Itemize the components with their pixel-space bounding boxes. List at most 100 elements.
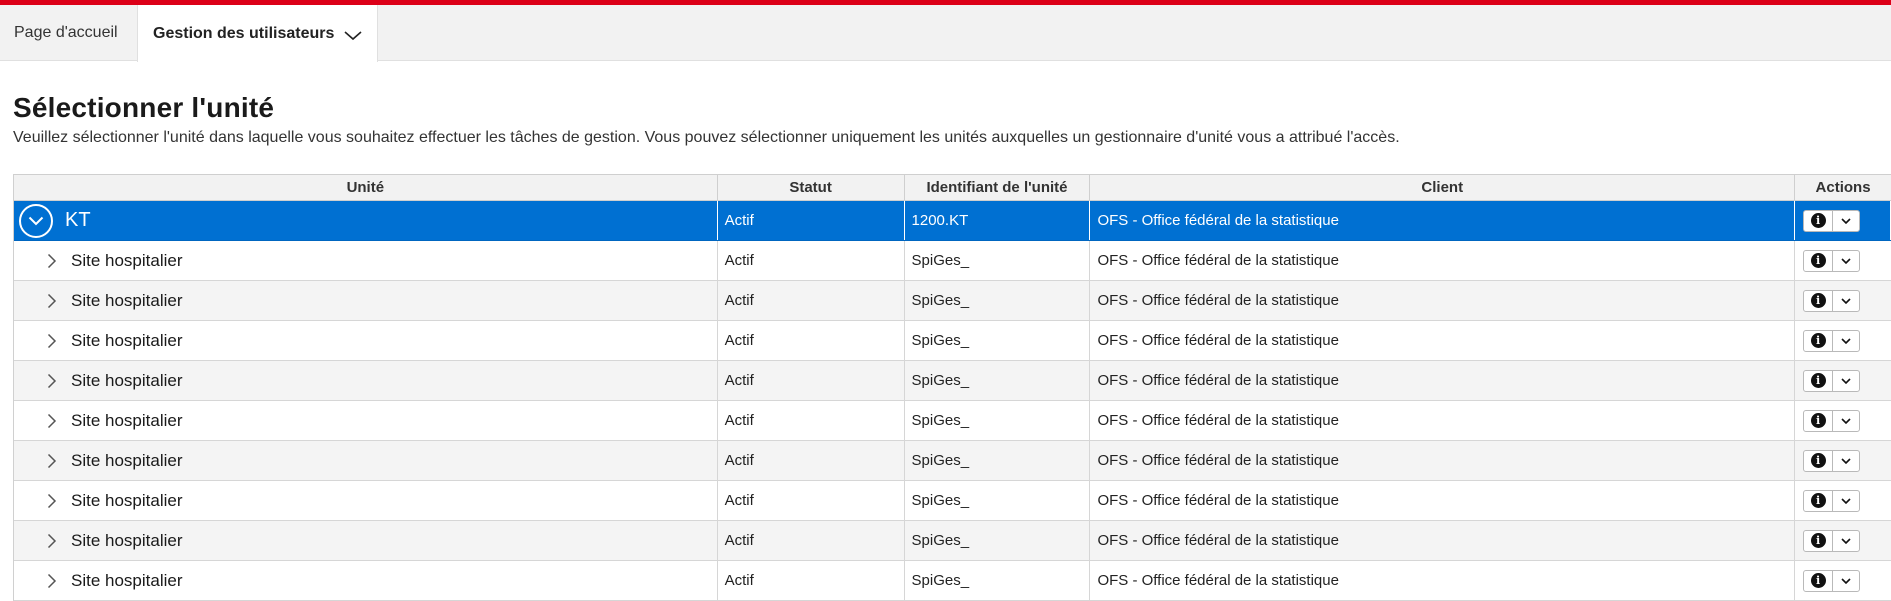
- cell-statut: Actif: [718, 481, 905, 520]
- chevron-down-icon: [1841, 257, 1851, 264]
- chevron-right-icon[interactable]: [47, 373, 57, 389]
- nav-tab-user-management[interactable]: Gestion des utilisateurs: [137, 5, 378, 62]
- page-title: Sélectionner l'unité: [13, 92, 275, 123]
- row-menu-button[interactable]: [1833, 571, 1859, 591]
- info-button[interactable]: i: [1804, 210, 1834, 231]
- cell-statut: Actif: [718, 401, 905, 440]
- info-icon: i: [1810, 533, 1826, 548]
- row-menu-button[interactable]: [1833, 411, 1859, 431]
- row-menu-button[interactable]: [1833, 211, 1859, 231]
- chevron-right-icon[interactable]: [47, 333, 57, 349]
- row-menu-button[interactable]: [1833, 291, 1859, 311]
- column-header-client[interactable]: Client: [1090, 175, 1796, 200]
- table-row[interactable]: Site hospitalier Actif SpiGes_ OFS - Off…: [14, 521, 1891, 561]
- cell-actions: i: [1795, 401, 1891, 440]
- chevron-right-icon[interactable]: [47, 413, 57, 429]
- row-menu-button[interactable]: [1833, 331, 1859, 351]
- unit-name: Site hospitalier: [71, 490, 183, 510]
- chevron-down-icon: [1841, 577, 1851, 584]
- info-button[interactable]: i: [1804, 530, 1834, 551]
- row-actions-group: i: [1803, 449, 1861, 472]
- chevron-right-icon[interactable]: [47, 293, 57, 309]
- chevron-right-icon[interactable]: [47, 573, 57, 589]
- cell-identifiant: SpiGes_: [905, 441, 1091, 480]
- chevron-down-icon: [1841, 217, 1851, 224]
- table-row[interactable]: Site hospitalier Actif SpiGes_ OFS - Off…: [14, 281, 1891, 321]
- cell-client: OFS - Office fédéral de la statistique: [1090, 441, 1796, 480]
- cell-unite: Site hospitalier: [14, 321, 718, 360]
- chevron-right-icon[interactable]: [47, 493, 57, 509]
- cell-unite: Site hospitalier: [14, 401, 718, 440]
- chevron-right-icon[interactable]: [47, 253, 57, 269]
- cell-unite: Site hospitalier: [14, 241, 718, 280]
- cell-identifiant: SpiGes_: [905, 241, 1091, 280]
- units-table: Unité Statut Identifiant de l'unité Clie…: [13, 174, 1891, 601]
- column-header-unite[interactable]: Unité: [14, 175, 718, 200]
- cell-identifiant: SpiGes_: [905, 361, 1091, 400]
- table-row[interactable]: Site hospitalier Actif SpiGes_ OFS - Off…: [14, 321, 1891, 361]
- row-menu-button[interactable]: [1833, 451, 1859, 471]
- row-actions-group: i: [1803, 209, 1861, 232]
- info-button[interactable]: i: [1804, 490, 1834, 511]
- cell-identifiant: SpiGes_: [905, 321, 1091, 360]
- row-menu-button[interactable]: [1833, 531, 1859, 551]
- cell-unite: Site hospitalier: [14, 561, 718, 600]
- cell-client: OFS - Office fédéral de la statistique: [1090, 401, 1796, 440]
- chevron-right-icon[interactable]: [47, 453, 57, 469]
- cell-identifiant: SpiGes_: [905, 481, 1091, 520]
- cell-actions: i: [1795, 201, 1891, 240]
- info-button[interactable]: i: [1804, 290, 1834, 311]
- unit-name: KT: [65, 209, 91, 231]
- row-actions-group: i: [1803, 409, 1861, 432]
- info-button[interactable]: i: [1804, 250, 1834, 271]
- info-button[interactable]: i: [1804, 570, 1834, 591]
- chevron-down-icon: [1841, 417, 1851, 424]
- chevron-right-icon[interactable]: [47, 533, 57, 549]
- table-row[interactable]: Site hospitalier Actif SpiGes_ OFS - Off…: [14, 401, 1891, 441]
- cell-actions: i: [1795, 481, 1891, 520]
- info-button[interactable]: i: [1804, 450, 1834, 471]
- cell-identifiant: SpiGes_: [905, 281, 1091, 320]
- cell-unite: Site hospitalier: [14, 481, 718, 520]
- row-menu-button[interactable]: [1833, 251, 1859, 271]
- chevron-down-icon: [1841, 457, 1851, 464]
- row-menu-button[interactable]: [1833, 371, 1859, 391]
- info-button[interactable]: i: [1804, 410, 1834, 431]
- table-row[interactable]: Site hospitalier Actif SpiGes_ OFS - Off…: [14, 241, 1891, 281]
- cell-client: OFS - Office fédéral de la statistique: [1090, 281, 1796, 320]
- column-header-actions: Actions: [1815, 179, 1871, 196]
- info-button[interactable]: i: [1804, 370, 1834, 391]
- cell-unite: Site hospitalier: [14, 281, 718, 320]
- table-row[interactable]: Site hospitalier Actif SpiGes_ OFS - Off…: [14, 561, 1891, 601]
- cell-actions: i: [1795, 441, 1891, 480]
- cell-statut: Actif: [718, 241, 905, 280]
- cell-client: OFS - Office fédéral de la statistique: [1090, 321, 1796, 360]
- chevron-down-icon: [1841, 337, 1851, 344]
- nav-tab-home[interactable]: Page d'accueil: [0, 5, 137, 61]
- nav-tab-user-management-label: Gestion des utilisateurs: [153, 24, 335, 42]
- table-row-selected[interactable]: KT Actif 1200.KT OFS - Office fédéral de…: [14, 201, 1891, 241]
- cell-unite: Site hospitalier: [14, 521, 718, 560]
- info-icon: i: [1810, 413, 1826, 428]
- row-actions-group: i: [1803, 369, 1861, 392]
- unit-name: Site hospitalier: [71, 570, 183, 590]
- table-row[interactable]: Site hospitalier Actif SpiGes_ OFS - Off…: [14, 361, 1891, 401]
- cell-statut: Actif: [718, 561, 905, 600]
- unit-name: Site hospitalier: [71, 410, 183, 430]
- info-button[interactable]: i: [1804, 330, 1834, 351]
- row-menu-button[interactable]: [1833, 491, 1859, 511]
- table-row[interactable]: Site hospitalier Actif SpiGes_ OFS - Off…: [14, 481, 1891, 521]
- chevron-down-circle-icon[interactable]: [19, 203, 53, 238]
- column-header-statut[interactable]: Statut: [718, 175, 905, 200]
- page-description: Veuillez sélectionner l'unité dans laque…: [13, 129, 1400, 146]
- chevron-down-icon: [1841, 297, 1851, 304]
- cell-actions: i: [1795, 521, 1891, 560]
- table-row[interactable]: Site hospitalier Actif SpiGes_ OFS - Off…: [14, 441, 1891, 481]
- table-header: Unité Statut Identifiant de l'unité Clie…: [14, 174, 1891, 201]
- cell-identifiant: SpiGes_: [905, 561, 1091, 600]
- cell-client: OFS - Office fédéral de la statistique: [1090, 521, 1796, 560]
- cell-actions: i: [1795, 321, 1891, 360]
- cell-statut: Actif: [718, 361, 905, 400]
- column-header-identifiant[interactable]: Identifiant de l'unité: [905, 175, 1091, 200]
- info-icon: i: [1810, 453, 1826, 468]
